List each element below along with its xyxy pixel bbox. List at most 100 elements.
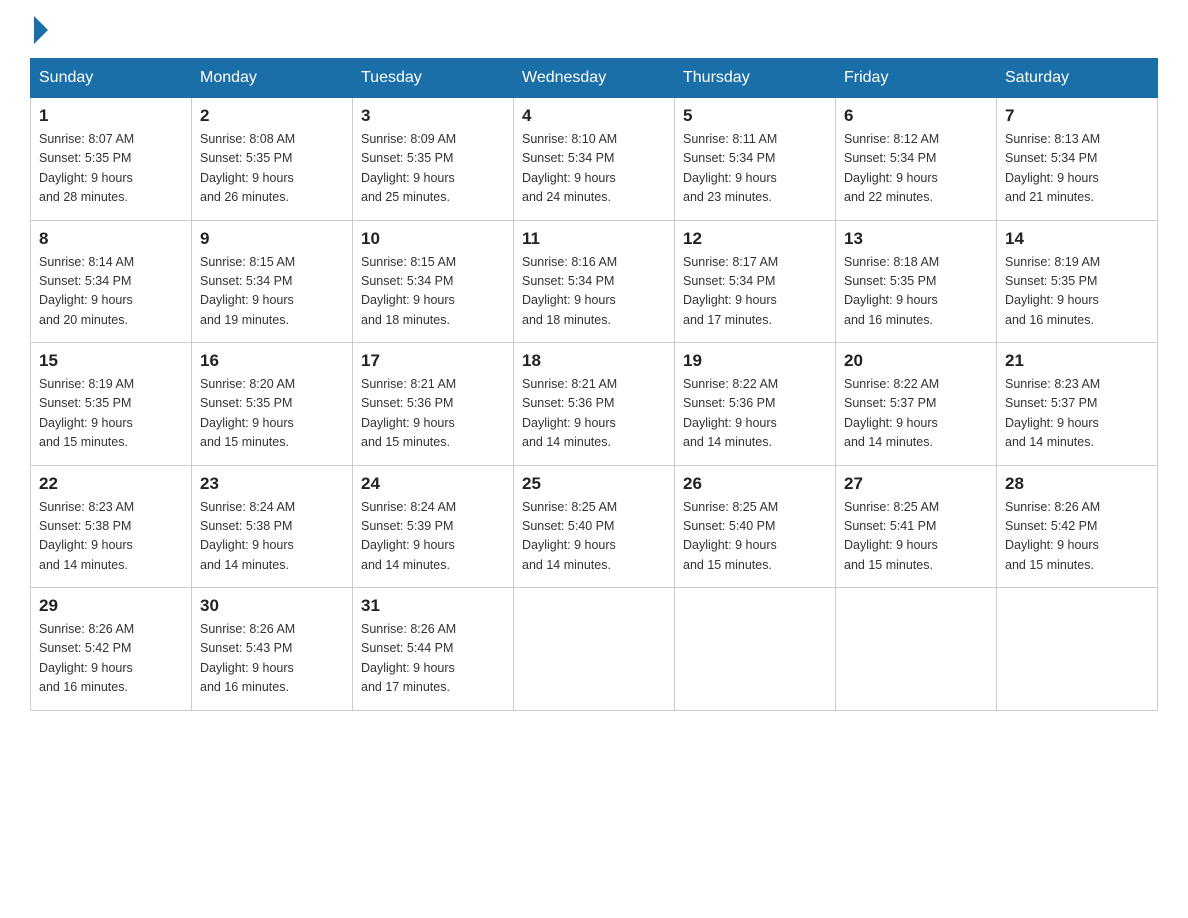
day-info: Sunrise: 8:11 AMSunset: 5:34 PMDaylight:…: [683, 130, 827, 208]
calendar-cell: 17 Sunrise: 8:21 AMSunset: 5:36 PMDayligh…: [353, 343, 514, 466]
calendar-cell: 22 Sunrise: 8:23 AMSunset: 5:38 PMDayligh…: [31, 465, 192, 588]
day-info: Sunrise: 8:26 AMSunset: 5:42 PMDaylight:…: [1005, 498, 1149, 576]
calendar-cell: 12 Sunrise: 8:17 AMSunset: 5:34 PMDayligh…: [675, 220, 836, 343]
day-number: 7: [1005, 106, 1149, 126]
day-number: 19: [683, 351, 827, 371]
calendar-week-row: 22 Sunrise: 8:23 AMSunset: 5:38 PMDayligh…: [31, 465, 1158, 588]
calendar-cell: 13Sunrise: 8:18 AMSunset: 5:35 PMDayligh…: [836, 220, 997, 343]
calendar-cell: 8 Sunrise: 8:14 AMSunset: 5:34 PMDaylight…: [31, 220, 192, 343]
day-number: 28: [1005, 474, 1149, 494]
day-number: 4: [522, 106, 666, 126]
calendar-cell: 31Sunrise: 8:26 AMSunset: 5:44 PMDayligh…: [353, 588, 514, 711]
day-info: Sunrise: 8:23 AMSunset: 5:37 PMDaylight:…: [1005, 375, 1149, 453]
calendar-cell: 15 Sunrise: 8:19 AMSunset: 5:35 PMDayligh…: [31, 343, 192, 466]
day-info: Sunrise: 8:14 AMSunset: 5:34 PMDaylight:…: [39, 253, 183, 331]
day-info: Sunrise: 8:09 AMSunset: 5:35 PMDaylight:…: [361, 130, 505, 208]
calendar-cell: 18 Sunrise: 8:21 AMSunset: 5:36 PMDayligh…: [514, 343, 675, 466]
day-number: 8: [39, 229, 183, 249]
calendar-week-row: 29Sunrise: 8:26 AMSunset: 5:42 PMDayligh…: [31, 588, 1158, 711]
calendar-cell: 3 Sunrise: 8:09 AMSunset: 5:35 PMDaylight…: [353, 98, 514, 221]
day-info: Sunrise: 8:25 AMSunset: 5:41 PMDaylight:…: [844, 498, 988, 576]
calendar-cell: 25 Sunrise: 8:25 AMSunset: 5:40 PMDayligh…: [514, 465, 675, 588]
calendar-cell: 4 Sunrise: 8:10 AMSunset: 5:34 PMDaylight…: [514, 98, 675, 221]
header-wednesday: Wednesday: [514, 59, 675, 98]
calendar-cell: 16Sunrise: 8:20 AMSunset: 5:35 PMDayligh…: [192, 343, 353, 466]
calendar-cell: 1Sunrise: 8:07 AMSunset: 5:35 PMDaylight…: [31, 98, 192, 221]
day-number: 27: [844, 474, 988, 494]
calendar-header: SundayMondayTuesdayWednesdayThursdayFrid…: [31, 59, 1158, 98]
day-info: Sunrise: 8:22 AMSunset: 5:36 PMDaylight:…: [683, 375, 827, 453]
calendar-cell: 20 Sunrise: 8:22 AMSunset: 5:37 PMDayligh…: [836, 343, 997, 466]
day-number: 23: [200, 474, 344, 494]
day-info: Sunrise: 8:21 AMSunset: 5:36 PMDaylight:…: [522, 375, 666, 453]
day-number: 11: [522, 229, 666, 249]
day-number: 25: [522, 474, 666, 494]
day-info: Sunrise: 8:22 AMSunset: 5:37 PMDaylight:…: [844, 375, 988, 453]
day-info: Sunrise: 8:19 AMSunset: 5:35 PMDaylight:…: [39, 375, 183, 453]
day-info: Sunrise: 8:25 AMSunset: 5:40 PMDaylight:…: [522, 498, 666, 576]
calendar-cell: [997, 588, 1158, 711]
calendar-cell: [514, 588, 675, 711]
calendar-cell: 19 Sunrise: 8:22 AMSunset: 5:36 PMDayligh…: [675, 343, 836, 466]
header-row: SundayMondayTuesdayWednesdayThursdayFrid…: [31, 59, 1158, 98]
day-info: Sunrise: 8:21 AMSunset: 5:36 PMDaylight:…: [361, 375, 505, 453]
day-number: 17: [361, 351, 505, 371]
day-number: 2: [200, 106, 344, 126]
calendar-cell: [836, 588, 997, 711]
day-number: 3: [361, 106, 505, 126]
calendar-cell: 2 Sunrise: 8:08 AMSunset: 5:35 PMDaylight…: [192, 98, 353, 221]
day-number: 24: [361, 474, 505, 494]
day-info: Sunrise: 8:18 AMSunset: 5:35 PMDaylight:…: [844, 253, 988, 331]
logo-triangle-icon: [34, 16, 48, 44]
day-info: Sunrise: 8:19 AMSunset: 5:35 PMDaylight:…: [1005, 253, 1149, 331]
header-sunday: Sunday: [31, 59, 192, 98]
calendar-cell: 21 Sunrise: 8:23 AMSunset: 5:37 PMDayligh…: [997, 343, 1158, 466]
calendar-cell: 29Sunrise: 8:26 AMSunset: 5:42 PMDayligh…: [31, 588, 192, 711]
day-number: 22: [39, 474, 183, 494]
logo: [30, 20, 48, 40]
calendar-cell: 11 Sunrise: 8:16 AMSunset: 5:34 PMDayligh…: [514, 220, 675, 343]
day-info: Sunrise: 8:25 AMSunset: 5:40 PMDaylight:…: [683, 498, 827, 576]
calendar-cell: 23 Sunrise: 8:24 AMSunset: 5:38 PMDayligh…: [192, 465, 353, 588]
calendar-week-row: 8 Sunrise: 8:14 AMSunset: 5:34 PMDaylight…: [31, 220, 1158, 343]
day-info: Sunrise: 8:10 AMSunset: 5:34 PMDaylight:…: [522, 130, 666, 208]
day-number: 30: [200, 596, 344, 616]
day-info: Sunrise: 8:15 AMSunset: 5:34 PMDaylight:…: [200, 253, 344, 331]
day-number: 21: [1005, 351, 1149, 371]
day-number: 5: [683, 106, 827, 126]
calendar-cell: 30Sunrise: 8:26 AMSunset: 5:43 PMDayligh…: [192, 588, 353, 711]
day-number: 6: [844, 106, 988, 126]
day-info: Sunrise: 8:23 AMSunset: 5:38 PMDaylight:…: [39, 498, 183, 576]
day-info: Sunrise: 8:26 AMSunset: 5:42 PMDaylight:…: [39, 620, 183, 698]
day-info: Sunrise: 8:24 AMSunset: 5:39 PMDaylight:…: [361, 498, 505, 576]
calendar-cell: 26Sunrise: 8:25 AMSunset: 5:40 PMDayligh…: [675, 465, 836, 588]
calendar-cell: 7 Sunrise: 8:13 AMSunset: 5:34 PMDaylight…: [997, 98, 1158, 221]
header-friday: Friday: [836, 59, 997, 98]
calendar-table: SundayMondayTuesdayWednesdayThursdayFrid…: [30, 58, 1158, 711]
day-number: 18: [522, 351, 666, 371]
calendar-cell: 14 Sunrise: 8:19 AMSunset: 5:35 PMDayligh…: [997, 220, 1158, 343]
header-tuesday: Tuesday: [353, 59, 514, 98]
day-info: Sunrise: 8:26 AMSunset: 5:44 PMDaylight:…: [361, 620, 505, 698]
day-info: Sunrise: 8:13 AMSunset: 5:34 PMDaylight:…: [1005, 130, 1149, 208]
calendar-cell: 5 Sunrise: 8:11 AMSunset: 5:34 PMDaylight…: [675, 98, 836, 221]
day-info: Sunrise: 8:15 AMSunset: 5:34 PMDaylight:…: [361, 253, 505, 331]
day-info: Sunrise: 8:17 AMSunset: 5:34 PMDaylight:…: [683, 253, 827, 331]
day-number: 10: [361, 229, 505, 249]
day-number: 20: [844, 351, 988, 371]
day-info: Sunrise: 8:08 AMSunset: 5:35 PMDaylight:…: [200, 130, 344, 208]
calendar-cell: 10 Sunrise: 8:15 AMSunset: 5:34 PMDayligh…: [353, 220, 514, 343]
page-header: [30, 20, 1158, 40]
calendar-cell: 27 Sunrise: 8:25 AMSunset: 5:41 PMDayligh…: [836, 465, 997, 588]
day-info: Sunrise: 8:16 AMSunset: 5:34 PMDaylight:…: [522, 253, 666, 331]
day-number: 14: [1005, 229, 1149, 249]
day-info: Sunrise: 8:24 AMSunset: 5:38 PMDaylight:…: [200, 498, 344, 576]
calendar-cell: 9Sunrise: 8:15 AMSunset: 5:34 PMDaylight…: [192, 220, 353, 343]
calendar-cell: 24 Sunrise: 8:24 AMSunset: 5:39 PMDayligh…: [353, 465, 514, 588]
day-number: 12: [683, 229, 827, 249]
calendar-body: 1Sunrise: 8:07 AMSunset: 5:35 PMDaylight…: [31, 98, 1158, 711]
day-number: 15: [39, 351, 183, 371]
calendar-week-row: 15 Sunrise: 8:19 AMSunset: 5:35 PMDayligh…: [31, 343, 1158, 466]
header-monday: Monday: [192, 59, 353, 98]
header-thursday: Thursday: [675, 59, 836, 98]
